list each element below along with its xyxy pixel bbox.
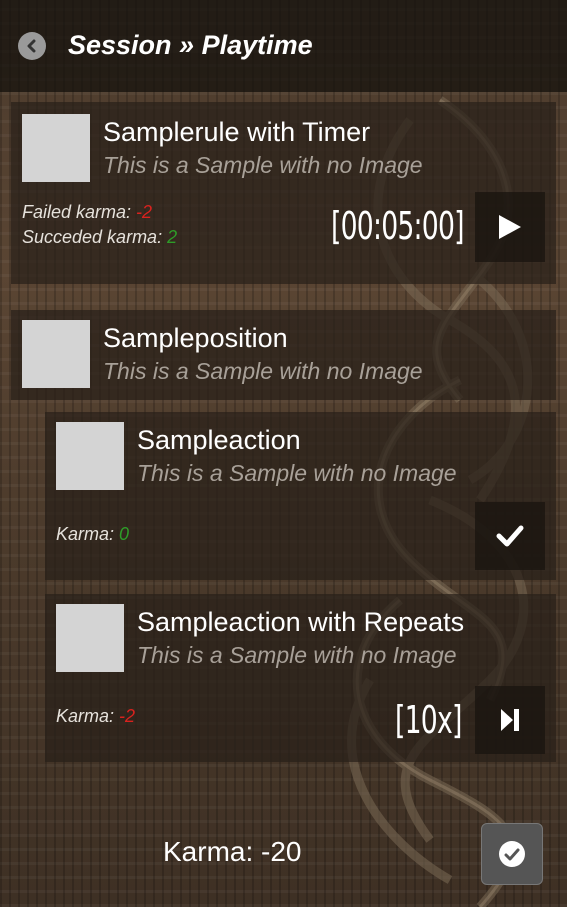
repeat-action-subtitle: This is a Sample with no Image (137, 642, 457, 668)
check-icon (496, 525, 524, 547)
back-button[interactable] (18, 32, 46, 60)
total-karma: Karma: -20 (163, 836, 302, 867)
check-circle-icon (499, 841, 525, 867)
failed-karma-value: -2 (136, 202, 153, 222)
repeat-count: [10x] (395, 698, 462, 742)
position-thumbnail (22, 320, 90, 388)
repeat-action-thumbnail (56, 604, 124, 672)
failed-karma: Failed karma: -2 (22, 202, 152, 223)
rule-subtitle: This is a Sample with no Image (103, 152, 423, 178)
rule-thumbnail (22, 114, 90, 182)
action-card: Sampleaction This is a Sample with no Im… (45, 412, 556, 580)
rule-card: Samplerule with Timer This is a Sample w… (11, 102, 556, 284)
play-icon (499, 215, 521, 239)
succeeded-karma-value: 2 (167, 227, 178, 247)
rule-timer: [00:05:00] (331, 204, 465, 248)
page-title: Session » Playtime (68, 30, 313, 60)
succeeded-karma: Succeded karma: 2 (22, 227, 177, 248)
action-thumbnail (56, 422, 124, 490)
skip-forward-icon (501, 709, 519, 731)
confirm-button[interactable] (481, 823, 543, 885)
complete-button[interactable] (475, 502, 545, 570)
failed-karma-label: Failed karma: (22, 202, 137, 222)
position-subtitle: This is a Sample with no Image (103, 358, 423, 384)
repeat-action-karma: Karma: -2 (56, 706, 135, 727)
action-karma-label: Karma: (56, 524, 120, 544)
skip-button[interactable] (475, 686, 545, 754)
play-button[interactable] (475, 192, 545, 262)
action-karma-value: 0 (119, 524, 130, 544)
app-header: Session » Playtime (0, 0, 567, 92)
repeat-action-karma-value: -2 (119, 706, 136, 726)
action-title: Sampleaction (137, 425, 301, 455)
position-card: Sampleposition This is a Sample with no … (11, 310, 556, 400)
action-subtitle: This is a Sample with no Image (137, 460, 457, 486)
succeeded-karma-label: Succeded karma: (22, 227, 168, 247)
chevron-left-icon (27, 39, 36, 53)
repeat-action-karma-label: Karma: (56, 706, 120, 726)
position-title: Sampleposition (103, 323, 288, 353)
repeat-action-card: Sampleaction with Repeats This is a Samp… (45, 594, 556, 762)
rule-title: Samplerule with Timer (103, 117, 371, 147)
repeat-action-title: Sampleaction with Repeats (137, 607, 465, 637)
action-karma: Karma: 0 (56, 524, 129, 545)
